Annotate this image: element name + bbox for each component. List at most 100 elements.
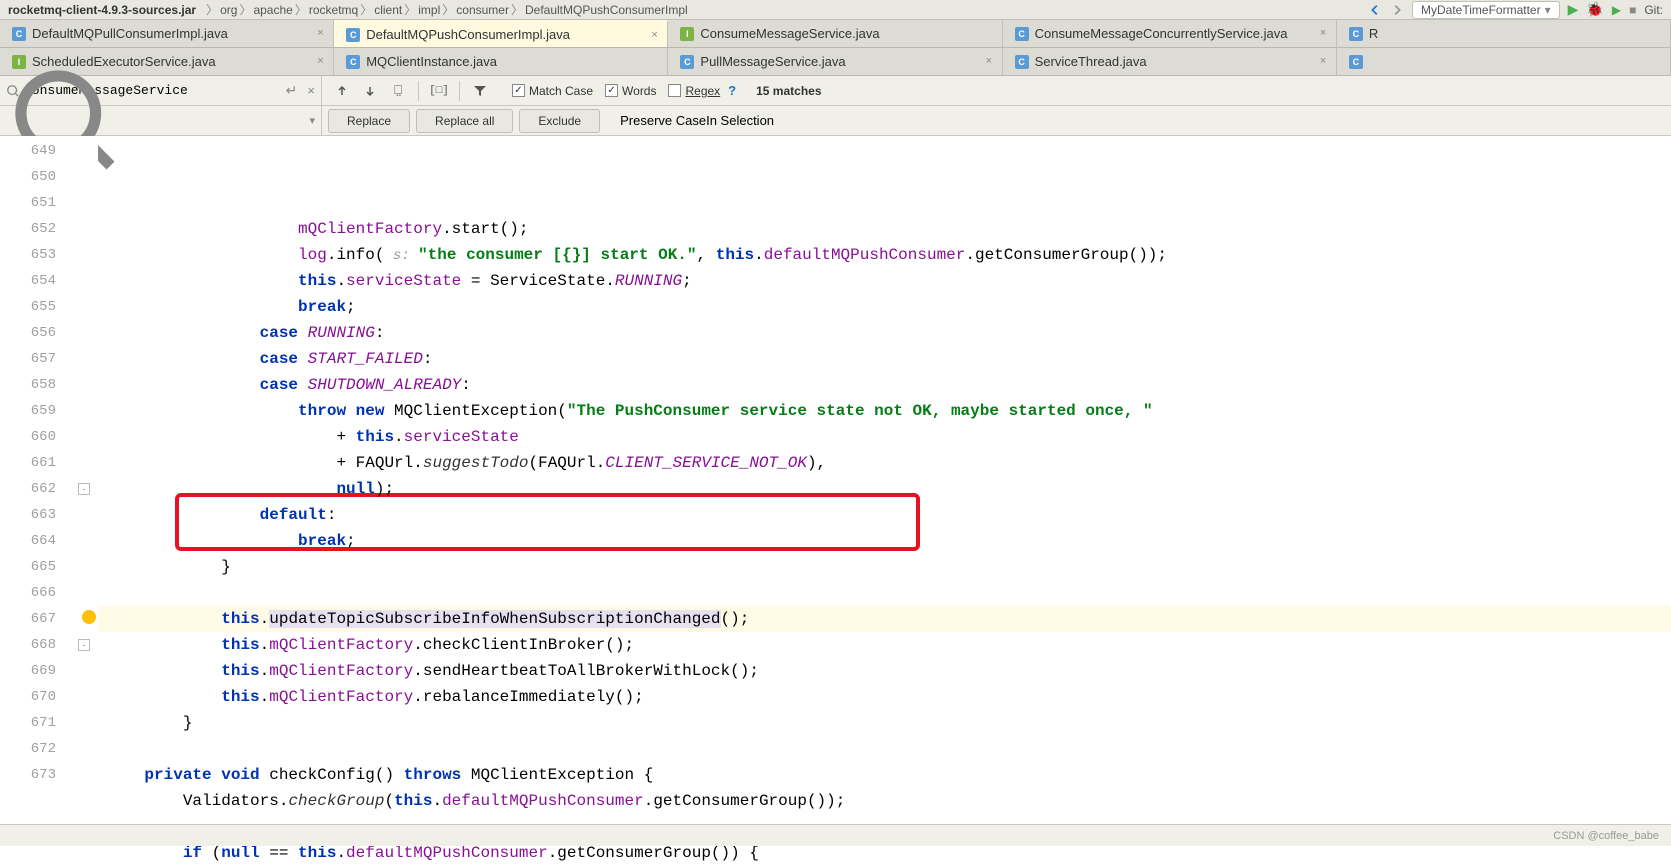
code-line[interactable]: default:: [98, 502, 1671, 528]
code-line[interactable]: [98, 580, 1671, 606]
replace-bar: ▾ Replace Replace all Exclude Preserve C…: [0, 106, 1671, 136]
code-line[interactable]: this.mQClientFactory.checkClientInBroker…: [98, 632, 1671, 658]
editor-tab[interactable]: C DefaultMQPullConsumerImpl.java ×: [0, 20, 334, 47]
code-line[interactable]: mQClientFactory.start();: [98, 216, 1671, 242]
filter-icon[interactable]: [468, 79, 492, 103]
code-line[interactable]: break;: [98, 294, 1671, 320]
fold-gutter: --: [74, 136, 98, 854]
breadcrumb-item[interactable]: rocketmq: [309, 3, 358, 17]
editor-tab[interactable]: IConsumeMessageService.java: [668, 20, 1002, 47]
editor-tab[interactable]: IScheduledExecutorService.java×: [0, 48, 334, 75]
editor-tab[interactable]: CMQClientInstance.java: [334, 48, 668, 75]
close-icon[interactable]: ×: [317, 55, 329, 67]
editor-tab[interactable]: CServiceThread.java×: [1003, 48, 1337, 75]
jar-name: rocketmq-client-4.9.3-sources.jar: [8, 3, 196, 17]
back-icon[interactable]: [1368, 3, 1382, 17]
tab-label: R: [1369, 26, 1378, 41]
breadcrumb-item[interactable]: DefaultMQPushConsumerImpl: [525, 3, 688, 17]
debug-icon[interactable]: 🐞: [1586, 1, 1603, 18]
replace-input[interactable]: [129, 113, 305, 128]
editor-tab[interactable]: C PullMessageService.java ×: [668, 48, 1002, 75]
code-line[interactable]: + FAQUrl.suggestTodo(FAQUrl.CLIENT_SERVI…: [98, 450, 1671, 476]
class-icon: C: [346, 28, 360, 42]
select-all-icon[interactable]: ⎕̤: [386, 79, 410, 103]
code-line[interactable]: Validators.checkGroup(this.defaultMQPush…: [98, 788, 1671, 814]
words-checkbox[interactable]: ✓Words: [605, 84, 656, 98]
run-icon[interactable]: ▶: [1568, 1, 1579, 18]
tab-label: DefaultMQPullConsumerImpl.java: [32, 26, 228, 41]
replace-all-button[interactable]: Replace all: [416, 109, 513, 133]
close-icon[interactable]: ×: [1320, 55, 1332, 67]
preserve-case-checkbox[interactable]: Preserve Case: [620, 113, 706, 128]
tab-label: MQClientInstance.java: [366, 54, 497, 69]
breadcrumb-item[interactable]: apache: [253, 3, 292, 17]
breadcrumb-item[interactable]: consumer: [456, 3, 509, 17]
editor-tab[interactable]: CDefaultMQPushConsumerImpl.java×: [334, 20, 668, 47]
replace-button[interactable]: Replace: [328, 109, 410, 133]
breadcrumb-item[interactable]: impl: [418, 3, 440, 17]
prev-match-icon[interactable]: [330, 79, 354, 103]
bulb-icon[interactable]: [82, 610, 96, 624]
editor-tab[interactable]: C ConsumeMessageConcurrentlyService.java ×: [1003, 20, 1337, 47]
class-icon: C: [680, 55, 694, 69]
code-line[interactable]: this.updateTopicSubscribeInfoWhenSubscri…: [98, 606, 1671, 632]
code-line[interactable]: case SHUTDOWN_ALREADY:: [98, 372, 1671, 398]
tab-label: PullMessageService.java: [700, 54, 845, 69]
code-line[interactable]: + this.serviceState: [98, 424, 1671, 450]
close-icon[interactable]: ×: [1320, 27, 1332, 39]
status-bar: CSDN @coffee_babe: [0, 824, 1671, 846]
navigation-bar: rocketmq-client-4.9.3-sources.jar 〉org〉a…: [0, 0, 1671, 20]
code-line[interactable]: throw new MQClientException("The PushCon…: [98, 398, 1671, 424]
forward-icon[interactable]: [1390, 3, 1404, 17]
editor-tabs-row-1: CDefaultMQPullConsumerImpl.java×CDefault…: [0, 20, 1671, 48]
stop-icon[interactable]: ■: [1629, 3, 1636, 17]
class-icon: C: [1349, 27, 1363, 41]
code-line[interactable]: log.info( s: "the consumer [{}] start OK…: [98, 242, 1671, 268]
code-line[interactable]: this.mQClientFactory.sendHeartbeatToAllB…: [98, 658, 1671, 684]
code-area[interactable]: mQClientFactory.start(); log.info( s: "t…: [98, 136, 1671, 854]
regex-checkbox[interactable]: Regex: [668, 84, 720, 98]
code-line[interactable]: case RUNNING:: [98, 320, 1671, 346]
code-line[interactable]: break;: [98, 528, 1671, 554]
code-line[interactable]: }: [98, 554, 1671, 580]
fold-icon[interactable]: -: [78, 483, 90, 495]
in-selection-checkbox[interactable]: In Selection: [706, 113, 774, 128]
editor-tabs-row-2: IScheduledExecutorService.java×CMQClient…: [0, 48, 1671, 76]
editor[interactable]: 6496506516526536546556566576586596606616…: [0, 136, 1671, 854]
code-line[interactable]: }: [98, 710, 1671, 736]
breadcrumb-item[interactable]: client: [374, 3, 402, 17]
run-coverage-icon[interactable]: ▶: [1612, 3, 1621, 17]
breadcrumb-item[interactable]: org: [220, 3, 237, 17]
code-line[interactable]: [98, 736, 1671, 762]
enter-icon: ↵: [286, 82, 298, 99]
git-label: Git:: [1644, 3, 1663, 17]
editor-tab[interactable]: C: [1337, 48, 1671, 75]
tab-label: ConsumeMessageConcurrentlyService.java: [1035, 26, 1288, 41]
add-selection-icon[interactable]: [□]: [427, 79, 451, 103]
class-icon: C: [1015, 55, 1029, 69]
code-line[interactable]: null);: [98, 476, 1671, 502]
code-line[interactable]: this.mQClientFactory.rebalanceImmediatel…: [98, 684, 1671, 710]
code-line[interactable]: private void checkConfig() throws MQClie…: [98, 762, 1671, 788]
class-icon: C: [1015, 27, 1029, 41]
find-bar: ↵ × ⎕̤ [□] ✓Match Case ✓Words Regex ? 15…: [0, 76, 1671, 106]
run-config-label: MyDateTimeFormatter: [1421, 3, 1541, 17]
code-line[interactable]: this.serviceState = ServiceState.RUNNING…: [98, 268, 1671, 294]
replace-input-wrapper: ▾: [0, 106, 322, 136]
editor-tab[interactable]: CR: [1337, 20, 1671, 47]
regex-help-icon[interactable]: ?: [728, 83, 736, 98]
code-line[interactable]: case START_FAILED:: [98, 346, 1671, 372]
close-icon[interactable]: ×: [986, 55, 998, 67]
class-icon: C: [12, 27, 26, 41]
exclude-button[interactable]: Exclude: [519, 109, 600, 133]
fold-icon[interactable]: -: [78, 639, 90, 651]
replace-dropdown-icon[interactable]: ▾: [309, 114, 315, 127]
find-close-icon[interactable]: ×: [307, 83, 315, 98]
match-case-checkbox[interactable]: ✓Match Case: [512, 84, 593, 98]
close-icon[interactable]: ×: [317, 27, 329, 39]
watermark: CSDN @coffee_babe: [1553, 830, 1659, 842]
run-config-dropdown[interactable]: MyDateTimeFormatter ▾: [1412, 1, 1560, 19]
close-icon[interactable]: ×: [651, 29, 663, 41]
next-match-icon[interactable]: [358, 79, 382, 103]
interface-icon: I: [680, 27, 694, 41]
